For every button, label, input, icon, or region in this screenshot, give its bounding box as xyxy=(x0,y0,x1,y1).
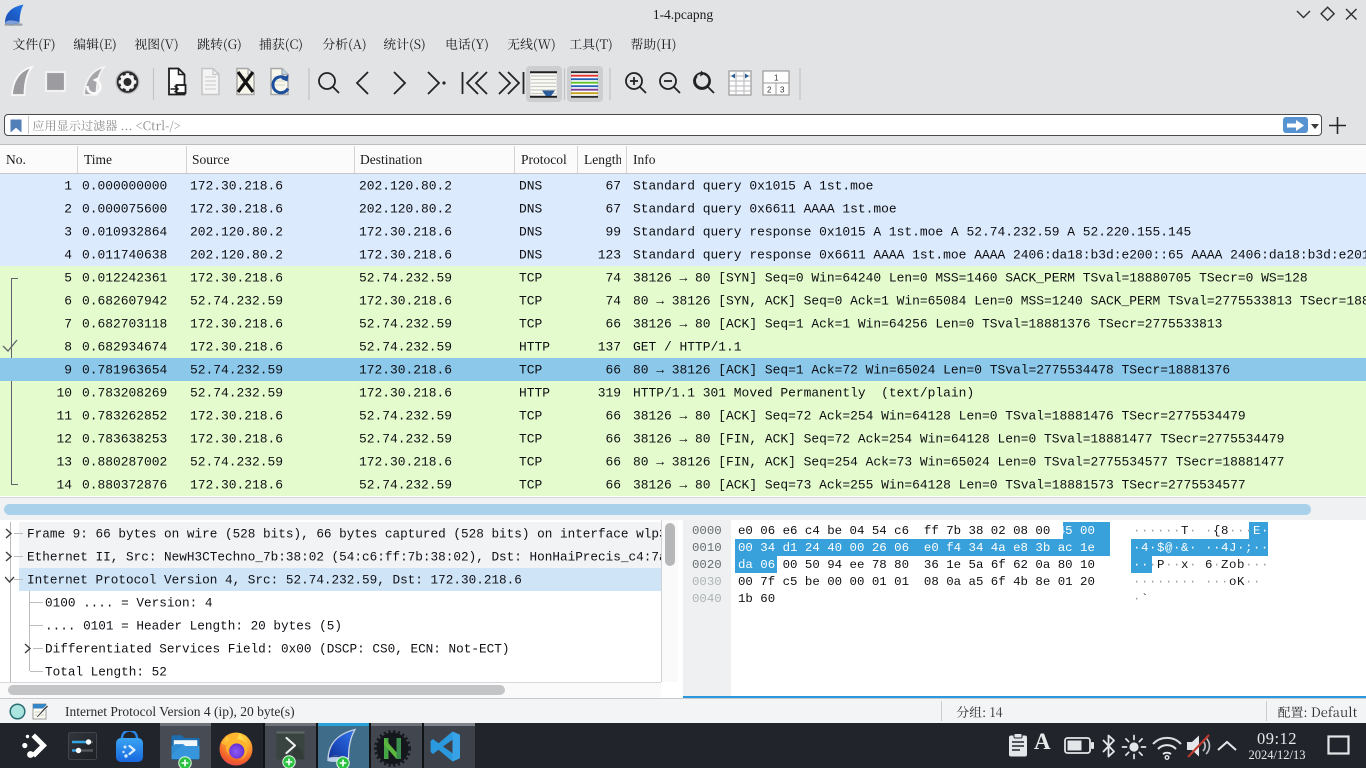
svg-text:2: 2 xyxy=(767,86,772,95)
svg-text:3: 3 xyxy=(780,86,785,95)
svg-text:1: 1 xyxy=(774,74,779,83)
